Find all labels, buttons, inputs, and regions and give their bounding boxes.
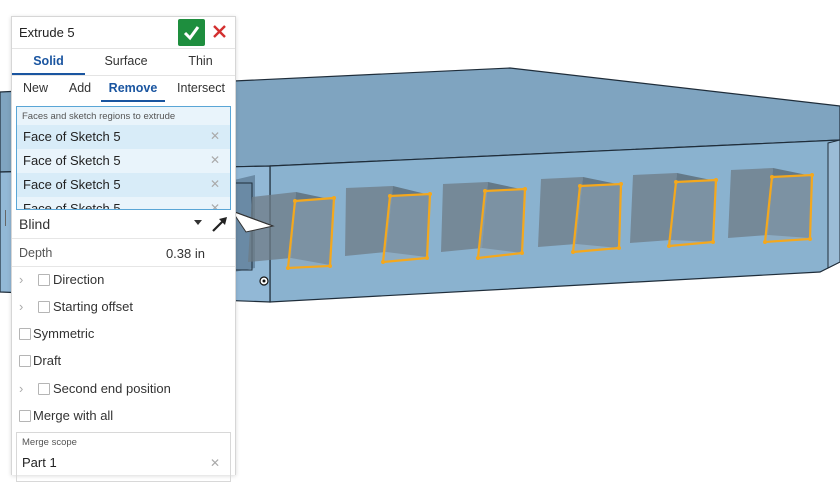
chevron-down-icon	[194, 220, 202, 225]
chevron-right-icon[interactable]: ›	[19, 299, 23, 314]
symmetric-checkbox[interactable]	[19, 328, 31, 340]
face-item-label: Face of Sketch 5	[23, 201, 121, 210]
tab-remove[interactable]: Remove	[101, 76, 165, 102]
merge-with-all-checkbox[interactable]	[19, 410, 31, 422]
direction-checkbox[interactable]	[38, 274, 50, 286]
confirm-button[interactable]	[178, 19, 205, 46]
direction-option[interactable]: › Direction	[12, 267, 235, 293]
remove-icon[interactable]: ✕	[210, 129, 220, 143]
symmetric-option[interactable]: Symmetric	[12, 321, 235, 347]
remove-icon[interactable]: ✕	[210, 153, 220, 167]
faces-selection-list[interactable]: Faces and sketch regions to extrude Face…	[16, 106, 231, 210]
draft-option[interactable]: Draft	[12, 348, 235, 374]
extrude-dialog: Extrude 5 Solid Surface Thin New Add Rem…	[11, 16, 236, 482]
operation-tabs: New Add Remove Intersect	[12, 75, 235, 102]
end-type-value: Blind	[19, 216, 51, 232]
tab-thin[interactable]: Thin	[166, 49, 235, 74]
merge-scope-value: Part 1	[22, 455, 57, 470]
depth-value[interactable]: 0.38 in	[166, 246, 205, 261]
tab-add[interactable]: Add	[60, 76, 100, 101]
flip-direction-icon[interactable]	[210, 214, 230, 234]
depth-field[interactable]: Depth 0.38 in	[12, 240, 235, 267]
resize-handle-icon[interactable]	[5, 210, 12, 226]
list-item[interactable]: Face of Sketch 5 ✕	[17, 149, 230, 173]
remove-icon[interactable]: ✕	[210, 177, 220, 191]
list-item[interactable]: Face of Sketch 5 ✕	[17, 125, 230, 149]
merge-scope-label: Merge scope	[22, 437, 77, 448]
chevron-right-icon[interactable]: ›	[19, 272, 23, 287]
remove-icon[interactable]: ✕	[210, 456, 220, 470]
face-item-label: Face of Sketch 5	[23, 129, 121, 144]
check-icon	[183, 26, 200, 41]
merge-scope-field[interactable]: Merge scope Part 1 ✕	[16, 432, 231, 482]
second-end-position-label: Second end position	[53, 381, 171, 396]
list-item[interactable]: Face of Sketch 5 ✕	[17, 197, 230, 210]
direction-label: Direction	[53, 272, 105, 287]
part-right-face	[827, 139, 840, 269]
tab-surface[interactable]: Surface	[88, 49, 164, 74]
chevron-right-icon[interactable]: ›	[19, 381, 23, 396]
second-end-position-checkbox[interactable]	[38, 383, 50, 395]
merge-with-all-option[interactable]: Merge with all	[12, 403, 235, 429]
dialog-title: Extrude 5	[19, 25, 75, 40]
tab-solid[interactable]: Solid	[12, 49, 85, 75]
face-item-label: Face of Sketch 5	[23, 153, 121, 168]
starting-offset-label: Starting offset	[53, 299, 133, 314]
second-end-position-option[interactable]: › Second end position	[12, 376, 235, 402]
tab-intersect[interactable]: Intersect	[167, 76, 235, 101]
remove-icon[interactable]: ✕	[210, 201, 220, 209]
faces-list-label: Faces and sketch regions to extrude	[22, 111, 176, 122]
close-icon	[213, 25, 226, 38]
merge-with-all-label: Merge with all	[33, 408, 114, 423]
face-item-label: Face of Sketch 5	[23, 177, 121, 192]
cancel-button[interactable]	[210, 22, 230, 42]
list-item[interactable]: Face of Sketch 5 ✕	[17, 173, 230, 197]
dialog-header: Extrude 5	[12, 17, 235, 48]
draft-checkbox[interactable]	[19, 355, 31, 367]
depth-label: Depth	[19, 246, 53, 260]
end-type-dropdown[interactable]: Blind	[12, 210, 235, 239]
symmetric-label: Symmetric	[33, 326, 95, 341]
starting-offset-option[interactable]: › Starting offset	[12, 294, 235, 320]
extrude-type-tabs: Solid Surface Thin	[12, 48, 235, 75]
draft-label: Draft	[33, 353, 62, 368]
tab-new[interactable]: New	[12, 76, 59, 101]
starting-offset-checkbox[interactable]	[38, 301, 50, 313]
